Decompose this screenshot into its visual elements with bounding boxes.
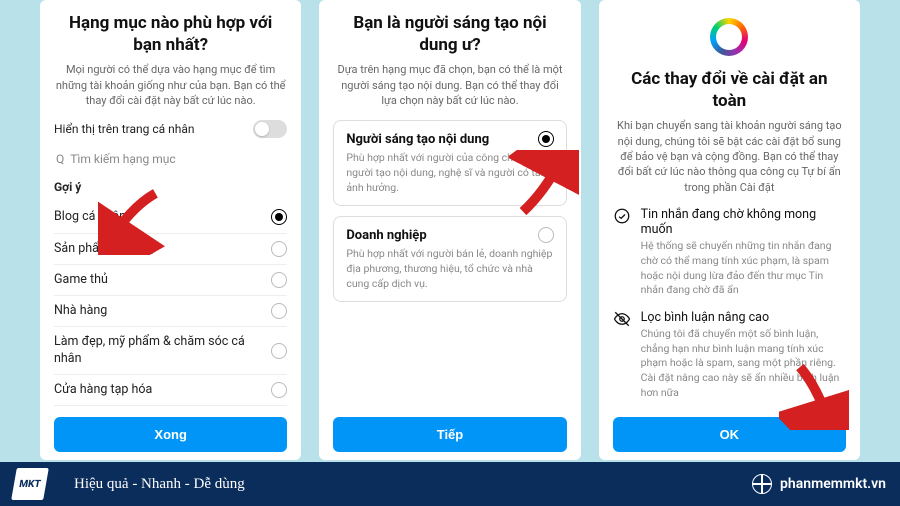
site-url: phanmemmkt.vn: [780, 476, 886, 492]
option-desc: Phù hợp nhất với người của công chúng, n…: [346, 151, 553, 195]
screen-creator: Bạn là người sáng tạo nội dung ư? Dựa tr…: [319, 0, 580, 460]
screen1-title: Hạng mục nào phù hợp với bạn nhất?: [54, 12, 287, 56]
mkt-logo: MKT: [14, 468, 46, 500]
screen3-subtitle: Khi bạn chuyển sang tài khoản người sáng…: [613, 118, 846, 195]
radio-unselected[interactable]: [271, 343, 287, 359]
radio-unselected[interactable]: [271, 272, 287, 288]
instagram-gradient-icon: [710, 18, 748, 56]
category-list: Blog cá nhân Sản phẩm/Dịch vụ Game thủ Nhà …: [54, 202, 287, 417]
eye-off-icon: [613, 310, 631, 400]
suggest-label: Gợi ý: [54, 180, 287, 194]
option-title: Doanh nghiệp: [346, 228, 426, 243]
screen-safety: Các thay đổi về cài đặt an toàn Khi bạn …: [599, 0, 860, 460]
ok-button[interactable]: OK: [613, 417, 846, 452]
category-label: Sản phẩm/Dịch vụ: [54, 241, 156, 257]
search-input[interactable]: Q Tìm kiếm hạng mục: [54, 148, 287, 170]
screen-category: Hạng mục nào phù hợp với bạn nhất? Mọi n…: [40, 0, 301, 460]
search-icon: Q: [56, 152, 64, 166]
next-button[interactable]: Tiếp: [333, 417, 566, 452]
footer-tagline: Hiệu quả - Nhanh - Dễ dùng: [74, 476, 245, 493]
option-creator[interactable]: Người sáng tạo nội dung Phù hợp nhất với…: [333, 120, 566, 206]
info-pending-messages: Tin nhắn đang chờ không mong muốn Hệ thố…: [613, 207, 846, 298]
info-title: Lọc bình luận nâng cao: [641, 310, 846, 325]
category-item[interactable]: Sản phẩm/Dịch vụ: [54, 234, 287, 265]
category-label: Blog cá nhân: [54, 209, 126, 225]
done-button[interactable]: Xong: [54, 417, 287, 452]
toggle-label: Hiển thị trên trang cá nhân: [54, 122, 195, 136]
radio-unselected[interactable]: [271, 303, 287, 319]
category-label: Làm đẹp, mỹ phẩm & chăm sóc cá nhân: [54, 334, 271, 367]
footer-bar: MKT Hiệu quả - Nhanh - Dễ dùng phanmemmk…: [0, 462, 900, 506]
category-item[interactable]: Nhà hàng: [54, 296, 287, 327]
option-title: Người sáng tạo nội dung: [346, 132, 489, 147]
option-business[interactable]: Doanh nghiệp Phù hợp nhất với người bán …: [333, 216, 566, 302]
screen1-subtitle: Mọi người có thể dựa vào hạng mục để tìm…: [54, 62, 287, 108]
logo-badge: MKT: [11, 468, 49, 500]
message-icon: [613, 207, 631, 298]
search-placeholder: Tìm kiếm hạng mục: [70, 152, 175, 166]
category-label: Cửa hàng tạp hóa: [54, 382, 152, 398]
globe-icon: [752, 474, 772, 494]
toggle-switch[interactable]: [253, 120, 287, 138]
radio-selected[interactable]: [538, 131, 554, 147]
info-desc: Chúng tôi đã chuyển một số bình luận, ch…: [641, 327, 846, 400]
category-item[interactable]: Cửa hàng tạp hóa: [54, 375, 287, 406]
info-comment-filter: Lọc bình luận nâng cao Chúng tôi đã chuy…: [613, 310, 846, 400]
screen3-title: Các thay đổi về cài đặt an toàn: [613, 68, 846, 112]
screen2-subtitle: Dựa trên hạng mục đã chọn, bạn có thể là…: [333, 62, 566, 108]
category-item[interactable]: Blog cá nhân: [54, 202, 287, 233]
radio-unselected[interactable]: [271, 382, 287, 398]
category-item[interactable]: Game thủ: [54, 265, 287, 296]
category-item[interactable]: Làm đẹp, mỹ phẩm & chăm sóc cá nhân: [54, 327, 287, 375]
info-title: Tin nhắn đang chờ không mong muốn: [641, 207, 846, 237]
category-label: Nhà hàng: [54, 303, 107, 319]
info-desc: Hệ thống sẽ chuyển những tin nhắn đang c…: [641, 239, 846, 298]
category-label: Game thủ: [54, 272, 108, 288]
screen2-title: Bạn là người sáng tạo nội dung ư?: [333, 12, 566, 56]
radio-unselected[interactable]: [271, 241, 287, 257]
show-on-profile-row[interactable]: Hiển thị trên trang cá nhân: [54, 120, 287, 138]
footer-site[interactable]: phanmemmkt.vn: [752, 474, 886, 494]
radio-selected[interactable]: [271, 209, 287, 225]
radio-unselected[interactable]: [538, 227, 554, 243]
option-desc: Phù hợp nhất với người bán lẻ, doanh ngh…: [346, 247, 553, 291]
